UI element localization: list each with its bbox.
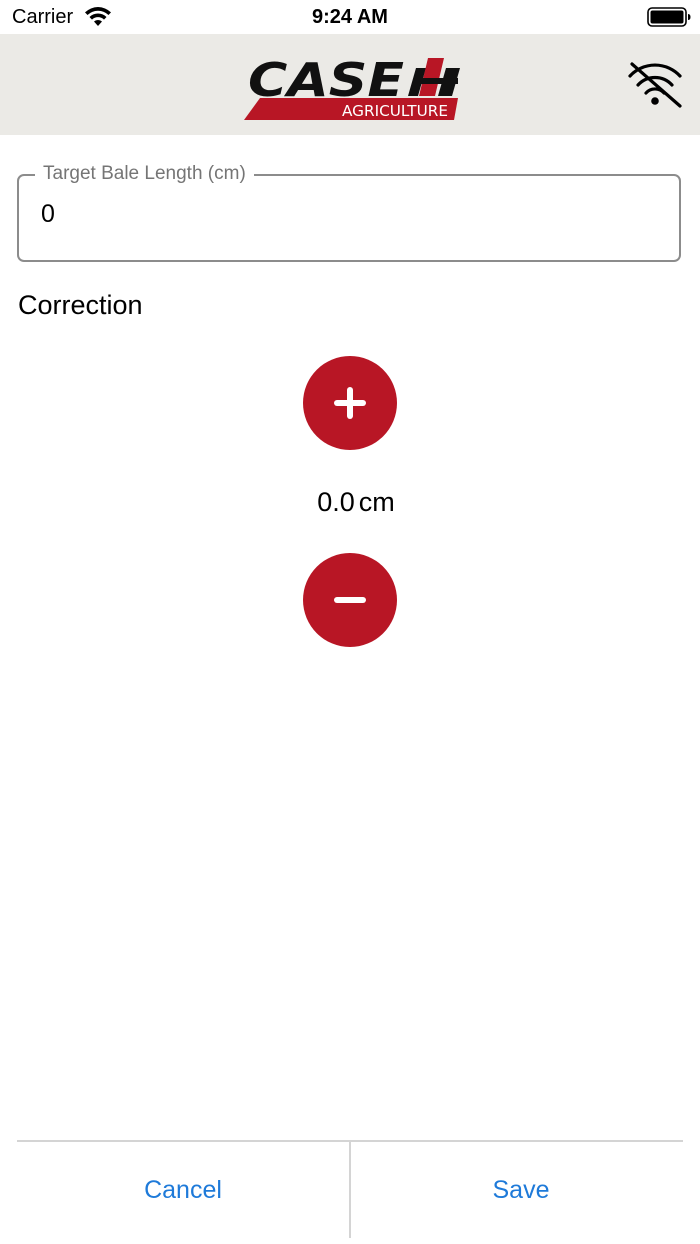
save-button[interactable]: Save: [351, 1142, 691, 1238]
correction-readout: 0.0 cm: [0, 487, 700, 518]
battery-icon: [647, 7, 691, 27]
correction-value: 0.0: [317, 487, 355, 517]
wifi-off-icon: [628, 62, 682, 108]
target-bale-length-field: Target Bale Length (cm): [17, 163, 681, 262]
target-bale-length-label: Target Bale Length (cm): [35, 163, 254, 185]
status-bar: Carrier 9:24 AM: [0, 0, 700, 34]
minus-icon: [334, 597, 366, 603]
app-header: CASE AGRICULTURE: [0, 34, 700, 135]
plus-icon: [334, 387, 366, 419]
cancel-button[interactable]: Cancel: [17, 1142, 349, 1238]
logo-text: CASE: [248, 53, 404, 107]
bale-length-screen: Carrier 9:24 AM CASE AGRICULTURE Target …: [0, 0, 700, 1244]
target-bale-length-input[interactable]: [41, 200, 641, 229]
increase-correction-button[interactable]: [303, 356, 397, 450]
decrease-correction-button[interactable]: [303, 553, 397, 647]
correction-title: Correction: [18, 290, 143, 320]
logo-subtitle: AGRICULTURE: [342, 102, 448, 120]
correction-unit: cm: [358, 487, 395, 517]
case-agriculture-logo: CASE AGRICULTURE: [244, 53, 460, 120]
connection-status-button[interactable]: [624, 56, 686, 112]
status-time: 9:24 AM: [312, 6, 388, 28]
